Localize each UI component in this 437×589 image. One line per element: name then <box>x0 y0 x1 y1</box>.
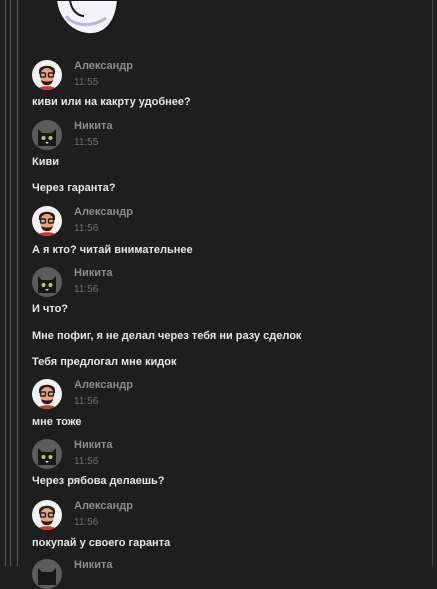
cat-avatar-icon[interactable] <box>32 120 62 150</box>
message-timestamp: 11:56 <box>74 223 99 234</box>
thread-rail <box>17 0 18 566</box>
message-timestamp: 11:56 <box>74 456 99 467</box>
message-text: И что? <box>32 303 69 315</box>
message-author[interactable]: Александр <box>74 500 133 512</box>
message-timestamp: 11:55 <box>74 77 99 88</box>
message-timestamp: 11:56 <box>74 284 99 295</box>
chat-history: Александр 11:55 киви или на какрту удобн… <box>32 0 427 589</box>
thread-rail <box>10 0 11 566</box>
message-text: мне тоже <box>32 416 82 428</box>
message-text: Киви <box>32 156 60 168</box>
bearded-man-avatar-icon[interactable] <box>32 379 62 409</box>
cartoon-sticker-icon <box>54 0 120 36</box>
message-timestamp: 11:55 <box>74 137 99 148</box>
message-timestamp: 11:56 <box>74 517 99 528</box>
scrollbar-track[interactable] <box>432 0 433 566</box>
bearded-man-avatar-icon[interactable] <box>32 206 62 236</box>
message-author[interactable]: Александр <box>74 60 133 72</box>
message-text: Через рябова делаешь? <box>32 475 165 487</box>
message-author[interactable]: Никита <box>74 120 112 132</box>
message-text: Мне пофиг, я не делал через тебя ни разу… <box>32 330 302 342</box>
message-author[interactable]: Александр <box>74 206 133 218</box>
cat-avatar-icon[interactable] <box>32 439 62 469</box>
message-author[interactable]: Никита <box>74 439 112 451</box>
bearded-man-avatar-icon[interactable] <box>32 500 62 530</box>
message-text: киви или на какрту удобнее? <box>32 96 191 108</box>
cat-avatar-icon[interactable] <box>32 267 62 297</box>
message-author[interactable]: Александр <box>74 379 133 391</box>
message-text: покупай у своего гаранта <box>32 537 171 549</box>
thread-rail <box>5 0 6 566</box>
message-text: Через гаранта? <box>32 182 116 194</box>
message-author[interactable]: Никита <box>74 267 112 279</box>
message-author[interactable]: Никита <box>74 559 112 571</box>
cat-avatar-icon[interactable] <box>32 559 62 589</box>
message-timestamp: 11:56 <box>74 396 99 407</box>
bearded-man-avatar-icon[interactable] <box>32 60 62 90</box>
message-text: А я кто? читай внимательнее <box>32 244 193 256</box>
message-text: Тебя предлогал мне кидок <box>32 356 177 368</box>
